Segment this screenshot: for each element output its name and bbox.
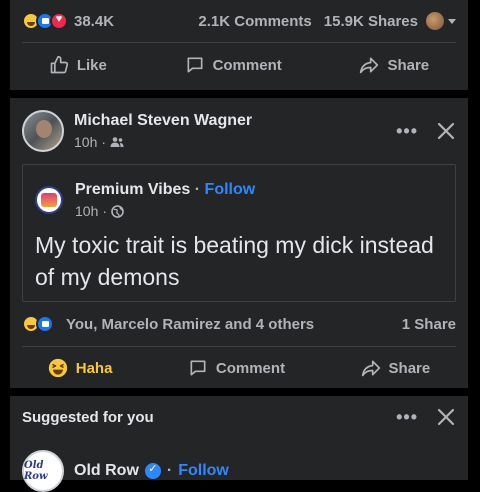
share-arrow-icon — [361, 360, 380, 377]
post-stats-bar: 38.4K 2.1K Comments 15.9K Shares — [10, 0, 468, 42]
shared-post-header: Premium Vibes · Follow 10h · — [35, 181, 255, 219]
share-label: Share — [388, 359, 431, 377]
comment-label: Comment — [212, 56, 282, 74]
haha-label: Haha — [75, 359, 113, 377]
share-button[interactable]: Share — [361, 358, 431, 378]
reaction-icons[interactable] — [22, 12, 68, 30]
shared-meta-separator: · — [102, 203, 108, 219]
chevron-down-icon[interactable] — [448, 18, 456, 24]
post-shares-count[interactable]: 1 Share — [402, 316, 456, 333]
like-reaction-icon — [36, 315, 54, 333]
page-logo-old-row[interactable]: Old Row — [22, 450, 64, 492]
reaction-count[interactable]: 38.4K — [74, 13, 114, 30]
post-caption: My toxic trait is beating my dick instea… — [35, 232, 434, 290]
love-reaction-icon — [50, 12, 68, 30]
follow-button[interactable]: Follow — [205, 181, 256, 198]
suggested-heading: Suggested for you — [22, 408, 154, 426]
thumbs-up-icon — [50, 55, 69, 74]
post-reactions-summary: You, Marcelo Ramirez and 4 others 1 Shar… — [22, 312, 456, 336]
suggested-card: Suggested for you ••• Old Row Old Row · … — [10, 396, 468, 492]
feed: 38.4K 2.1K Comments 15.9K Shares Like Co… — [10, 0, 468, 492]
like-label: Like — [76, 56, 107, 74]
share-label: Share — [387, 56, 430, 74]
verified-badge-icon — [144, 462, 161, 479]
audience-avatar[interactable] — [426, 12, 444, 30]
comment-icon — [190, 360, 206, 376]
reactors-text[interactable]: You, Marcelo Ramirez and 4 others — [66, 316, 402, 333]
shared-post-time[interactable]: 10h — [75, 203, 98, 219]
post-actions: Like Comment Share — [10, 43, 468, 87]
share-button[interactable]: Share — [359, 55, 429, 75]
comment-label: Comment — [215, 359, 286, 377]
reaction-icons[interactable] — [22, 315, 54, 333]
haha-emoji-icon — [48, 358, 67, 378]
shared-post-meta: 10h · — [75, 203, 255, 219]
suggested-page-name[interactable]: Old Row — [74, 462, 139, 480]
shared-separator: · — [194, 181, 201, 198]
meta-separator: · — [101, 134, 107, 150]
friends-icon — [110, 137, 124, 147]
like-button[interactable]: Like — [49, 55, 107, 75]
shared-page-name[interactable]: Premium Vibes — [75, 181, 190, 198]
share-arrow-icon — [360, 57, 379, 74]
shares-count[interactable]: 15.9K Shares — [324, 13, 418, 30]
more-options-icon[interactable]: ••• — [396, 407, 418, 428]
haha-button[interactable]: Haha — [48, 358, 113, 378]
globe-icon — [111, 204, 124, 218]
post-actions: Haha Comment Share — [10, 346, 468, 390]
comment-button[interactable]: Comment — [188, 358, 285, 378]
suggested-page: Old Row Old Row · Follow — [22, 450, 456, 492]
more-options-icon[interactable]: ••• — [396, 121, 418, 142]
page-logo-premium-vibes[interactable] — [35, 186, 63, 214]
previous-post-footer: 38.4K 2.1K Comments 15.9K Shares Like Co… — [10, 0, 468, 90]
close-icon[interactable] — [436, 121, 456, 141]
author-avatar[interactable] — [22, 110, 64, 152]
suggested-header: Suggested for you ••• — [22, 404, 456, 430]
post-header: Michael Steven Wagner 10h · ••• — [22, 108, 456, 154]
logo-text: Old Row — [24, 460, 48, 482]
comment-button[interactable]: Comment — [185, 55, 282, 75]
suggested-separator: · — [166, 462, 173, 479]
comments-count[interactable]: 2.1K Comments — [198, 13, 311, 30]
shared-post[interactable]: Premium Vibes · Follow 10h · My toxic tr… — [22, 164, 456, 302]
close-icon[interactable] — [436, 407, 456, 427]
follow-button[interactable]: Follow — [178, 462, 229, 480]
author-name[interactable]: Michael Steven Wagner — [74, 112, 396, 130]
comment-icon — [187, 57, 203, 73]
post-card: Michael Steven Wagner 10h · ••• Premium … — [10, 98, 468, 388]
post-time[interactable]: 10h — [74, 134, 97, 150]
post-meta: 10h · — [74, 134, 396, 150]
